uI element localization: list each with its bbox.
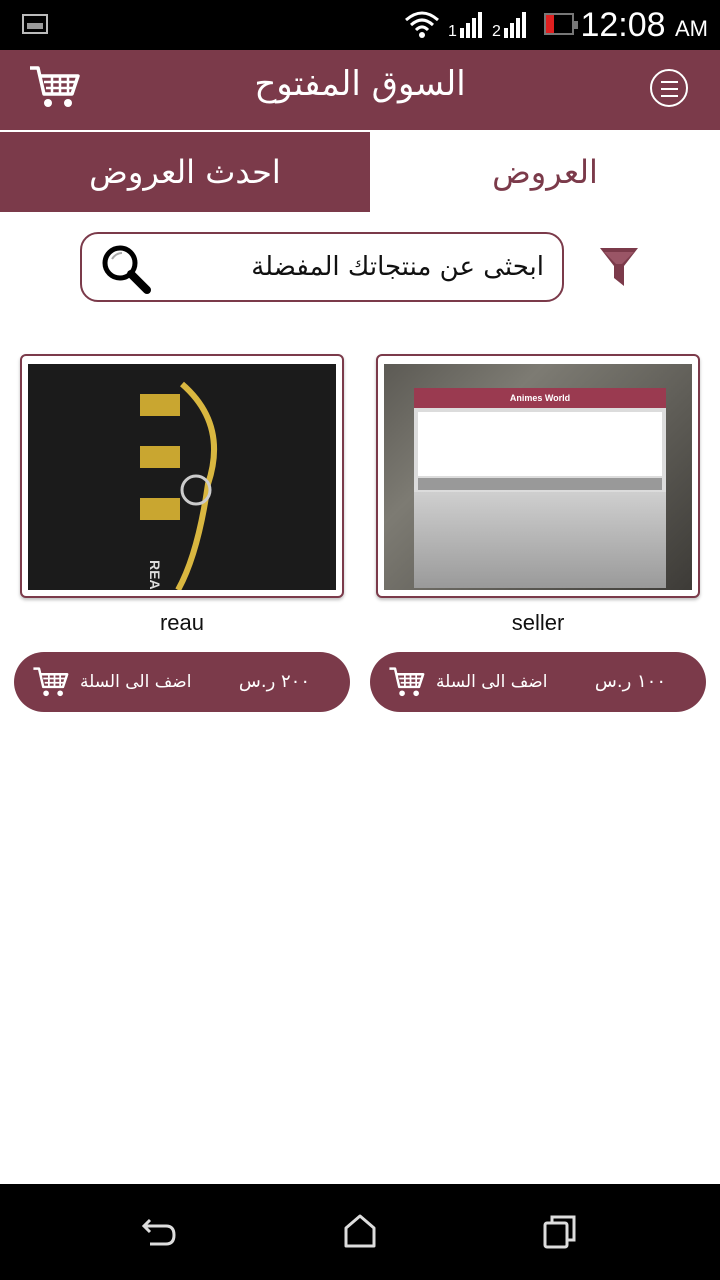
product-image[interactable]: READY (28, 364, 336, 590)
tab-offers[interactable]: العروض (370, 132, 720, 212)
time-text: 12:08 (580, 6, 666, 44)
cart-icon (33, 667, 69, 697)
add-to-cart-label: اضف الى السلة (436, 672, 548, 692)
signal-sim2-icon: 2 (492, 12, 526, 40)
product-card-image[interactable]: READY (20, 354, 344, 598)
image-caption: READY (147, 560, 163, 590)
product-name: seller (511, 610, 565, 635)
product-price: ١٠٠ ر.س (594, 671, 666, 692)
product-image[interactable]: Animes World (384, 364, 692, 590)
cart-icon[interactable] (28, 64, 82, 110)
signal-sim1-icon: 1 (448, 12, 482, 40)
product-card-image[interactable]: Animes World (376, 354, 700, 598)
screenshot-notification-icon (22, 14, 48, 34)
product-price: ٢٠٠ ر.س (238, 671, 310, 692)
product-name: reau (159, 610, 205, 635)
tab-bar: احدث العروض العروض (0, 132, 720, 212)
status-bar: 1 2 12:08 AM (0, 0, 720, 50)
battery-icon (544, 13, 578, 35)
sim2-label: 2 (492, 23, 501, 40)
ready-logo-image: READY (140, 381, 217, 590)
search-placeholder: ابحثى عن منتجاتك المفضلة (251, 252, 544, 282)
system-nav-bar (0, 1184, 720, 1280)
home-icon[interactable] (340, 1212, 380, 1252)
back-icon[interactable] (140, 1212, 180, 1252)
tab-latest-offers[interactable]: احدث العروض (0, 132, 370, 212)
recent-apps-icon[interactable] (540, 1212, 580, 1252)
menu-icon[interactable] (650, 69, 688, 107)
app-title: السوق المفتوح (254, 64, 466, 104)
add-to-cart-button[interactable]: ٢٠٠ ر.س اضف الى السلة (14, 652, 350, 712)
add-to-cart-label: اضف الى السلة (80, 672, 192, 692)
search-icon[interactable] (100, 243, 152, 295)
search-input[interactable]: ابحثى عن منتجاتك المفضلة (80, 232, 564, 302)
time-ampm: AM (675, 16, 708, 41)
image-caption: Animes World (414, 388, 666, 408)
phone-screen-image: Animes World (414, 388, 666, 588)
app-bar: السوق المفتوح (0, 50, 720, 130)
wifi-icon (405, 11, 439, 38)
cart-icon (389, 667, 425, 697)
sim1-label: 1 (448, 23, 457, 40)
status-time: 12:08 AM (580, 6, 708, 45)
filter-icon[interactable] (598, 246, 640, 288)
add-to-cart-button[interactable]: ١٠٠ ر.س اضف الى السلة (370, 652, 706, 712)
